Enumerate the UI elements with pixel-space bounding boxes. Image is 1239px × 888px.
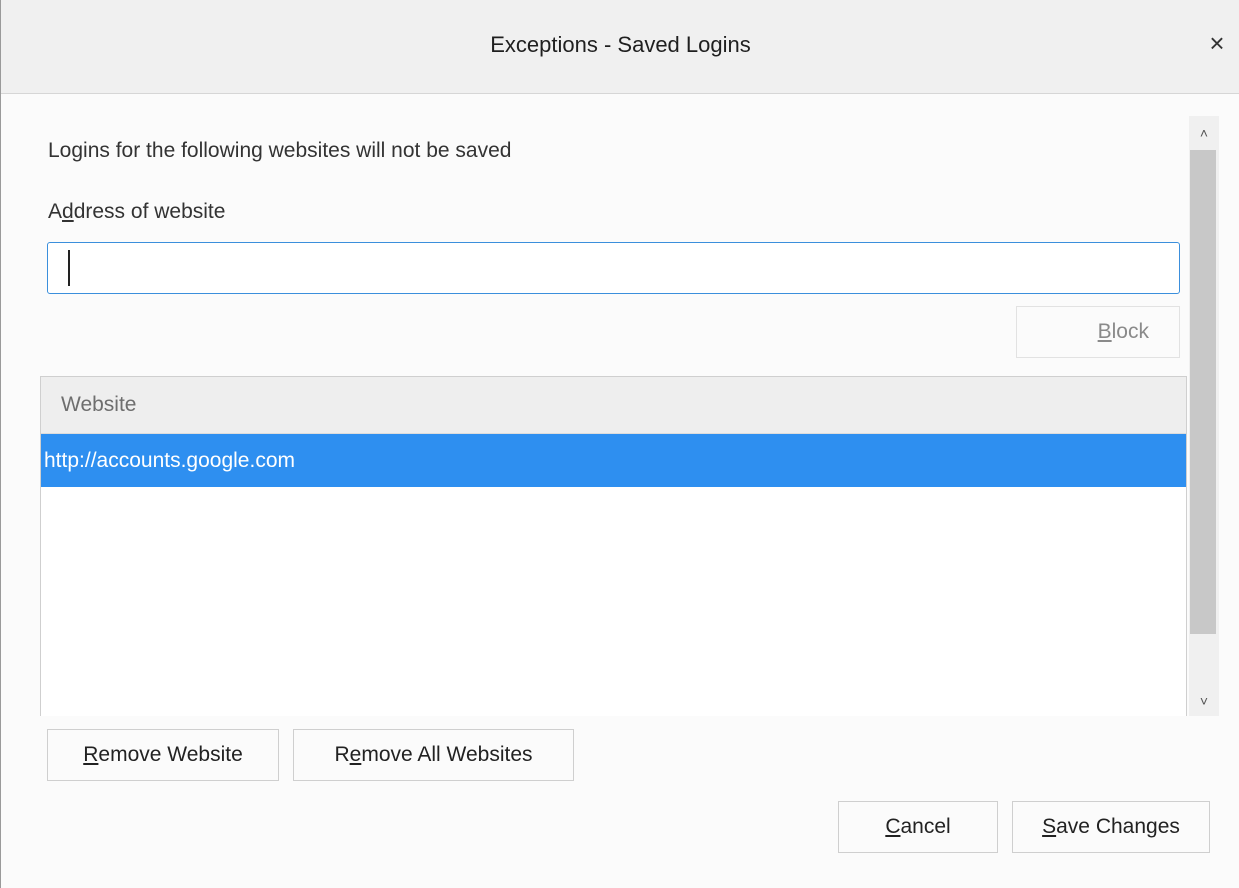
address-label: Address of website [48,200,225,224]
dialog-title: Exceptions - Saved Logins [490,32,751,57]
address-input[interactable] [47,242,1180,294]
scroll-up-icon[interactable]: ˄ [1189,118,1219,148]
address-label-suffix: dress of website [73,200,226,223]
title-bar: Exceptions - Saved Logins × [1,0,1239,94]
resize-grip-icon[interactable] [1231,880,1237,886]
block-button-label: lock [1111,320,1149,343]
save-changes-button[interactable]: Save Changes [1012,801,1210,853]
remove-all-label: move All Websites [361,743,533,766]
close-icon[interactable]: × [1202,28,1232,58]
save-accel: S [1042,815,1057,838]
cancel-label: ancel [900,815,951,838]
scroll-thumb[interactable] [1190,150,1216,634]
remove-all-prefix: R [334,743,350,766]
exceptions-dialog: Exceptions - Saved Logins × Logins for t… [0,0,1239,888]
remove-all-websites-button[interactable]: Remove All Websites [293,729,574,781]
block-button-accel: B [1097,320,1112,343]
cancel-accel: C [885,815,901,838]
intro-text: Logins for the following websites will n… [48,139,512,162]
text-caret [68,250,70,286]
save-label: ave Changes [1056,815,1180,838]
remove-website-accel: R [83,743,99,766]
vertical-scrollbar[interactable]: ˄ ˅ [1189,116,1219,716]
scroll-down-icon[interactable]: ˅ [1189,686,1219,716]
cancel-button[interactable]: Cancel [838,801,998,853]
address-label-accel: d [62,200,74,223]
remove-website-label: emove Website [98,743,243,766]
remove-website-button[interactable]: Remove Website [47,729,279,781]
block-button[interactable]: Block [1016,306,1180,358]
website-column-header[interactable]: Website [41,377,1186,434]
table-row[interactable]: http://accounts.google.com [41,434,1186,487]
website-table: Website http://accounts.google.com [40,376,1187,716]
remove-all-accel: e [349,743,362,766]
address-label-prefix: A [48,200,63,223]
website-cell: http://accounts.google.com [44,449,295,472]
